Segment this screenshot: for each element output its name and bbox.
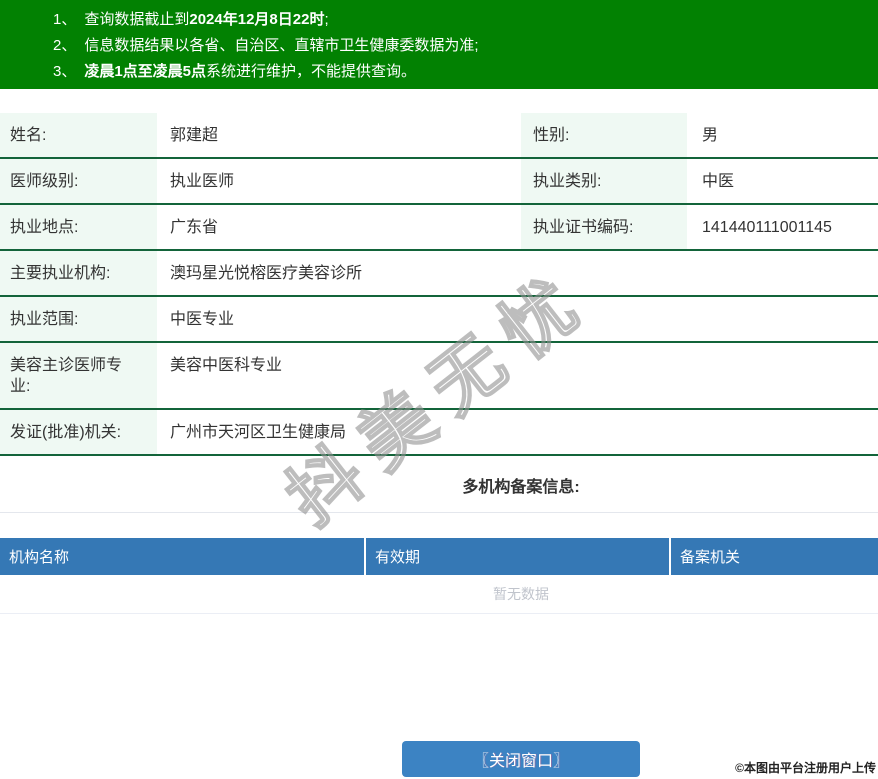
notice-text: 系统进行维护，不能提供查询。 bbox=[206, 63, 417, 80]
field-value-certificate-number: 141440111001145 bbox=[702, 219, 832, 236]
column-header-validity-period: 有效期 bbox=[366, 538, 671, 575]
table-row: 医师级别: 执业医师 执业类别: 中医 bbox=[0, 159, 878, 205]
notice-number: 3、 bbox=[53, 63, 77, 80]
notice-number: 1、 bbox=[53, 11, 77, 28]
column-header-filing-authority: 备案机关 bbox=[671, 538, 878, 575]
field-label-name: 姓名: bbox=[0, 113, 157, 157]
field-value-name: 郭建超 bbox=[170, 127, 219, 144]
notice-line-2: 2、 信息数据结果以各省、自治区、直辖市卫生健康委数据为准; bbox=[53, 33, 878, 59]
practitioner-details-table: 姓名: 郭建超 性别: 男 医师级别: 执业医师 执业类别: 中医 执业地点: … bbox=[0, 113, 878, 456]
notice-line-1: 1、 查询数据截止到2024年12月8日22时; bbox=[53, 7, 878, 33]
notice-text: 信息数据结果以各省、自治区、直辖市卫生健康委数据为准; bbox=[84, 37, 479, 54]
field-value-practice-location: 广东省 bbox=[170, 219, 219, 236]
field-label-practice-category: 执业类别: bbox=[521, 159, 687, 203]
table-row: 发证(批准)机关: 广州市天河区卫生健康局 bbox=[0, 410, 878, 456]
field-label-doctor-level: 医师级别: bbox=[0, 159, 157, 203]
notice-number: 2、 bbox=[53, 37, 77, 54]
field-value-cosmetic-specialty: 美容中医科专业 bbox=[170, 357, 283, 374]
field-value-doctor-level: 执业医师 bbox=[170, 173, 235, 190]
field-label-certificate-number: 执业证书编码: bbox=[521, 205, 687, 249]
field-value-practice-scope: 中医专业 bbox=[170, 311, 235, 328]
column-header-institution-name: 机构名称 bbox=[0, 538, 366, 575]
field-label-gender: 性别: bbox=[521, 113, 687, 157]
table-row: 姓名: 郭建超 性别: 男 bbox=[0, 113, 878, 159]
notice-text: 查询数据截止到 bbox=[84, 11, 190, 28]
field-label-practice-location: 执业地点: bbox=[0, 205, 157, 249]
field-label-issuing-authority: 发证(批准)机关: bbox=[0, 410, 157, 454]
page: 1、 查询数据截止到2024年12月8日22时; 2、 信息数据结果以各省、自治区、… bbox=[0, 0, 878, 777]
close-window-button[interactable]: 〖关闭窗口〗 bbox=[402, 741, 640, 777]
table-row: 执业范围: 中医专业 bbox=[0, 297, 878, 343]
field-label-main-institution: 主要执业机构: bbox=[0, 251, 157, 295]
field-label-practice-scope: 执业范围: bbox=[0, 297, 157, 341]
upload-credit-text: ©本图由平台注册用户上传 bbox=[735, 761, 876, 775]
field-value-practice-category: 中医 bbox=[702, 173, 735, 190]
filing-section-title: 多机构备案信息: bbox=[462, 479, 580, 496]
notice-line-3: 3、 凌晨1点至凌晨5点系统进行维护，不能提供查询。 bbox=[53, 59, 878, 85]
table-row: 执业地点: 广东省 执业证书编码: 141440111001145 bbox=[0, 205, 878, 251]
table-row: 主要执业机构: 澳玛星光悦榕医疗美容诊所 bbox=[0, 251, 878, 297]
table-row: 美容主诊医师专业: 美容中医科专业 bbox=[0, 343, 878, 410]
divider bbox=[0, 512, 878, 513]
notice-text: ; bbox=[324, 11, 329, 28]
field-label-cosmetic-specialty: 美容主诊医师专业: bbox=[0, 343, 157, 408]
notice-banner: 1、 查询数据截止到2024年12月8日22时; 2、 信息数据结果以各省、自治区、… bbox=[0, 0, 878, 89]
filing-table-header: 机构名称 有效期 备案机关 bbox=[0, 538, 878, 575]
notice-text-bold: 凌晨1点至凌晨5点 bbox=[84, 63, 207, 80]
empty-state-text: 暂无数据 bbox=[0, 575, 878, 614]
field-value-main-institution: 澳玛星光悦榕医疗美容诊所 bbox=[170, 265, 363, 282]
notice-text-bold: 2024年12月8日22时 bbox=[189, 11, 325, 28]
field-value-gender: 男 bbox=[702, 127, 719, 144]
field-value-issuing-authority: 广州市天河区卫生健康局 bbox=[170, 424, 347, 441]
